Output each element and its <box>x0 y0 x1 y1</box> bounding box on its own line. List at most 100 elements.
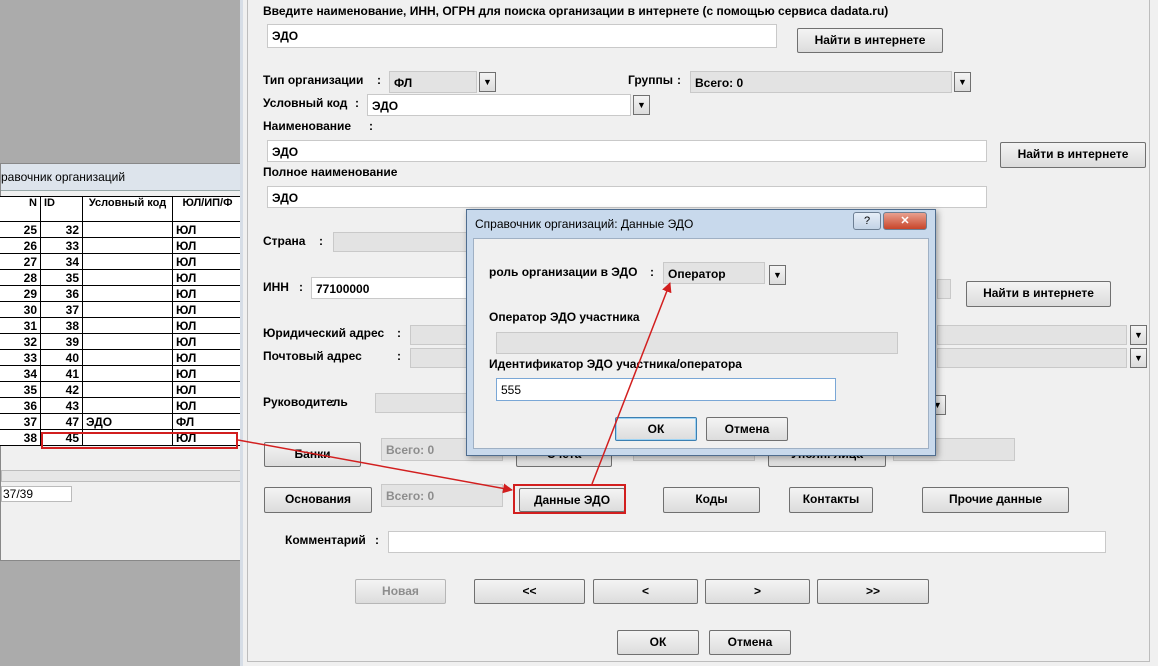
org-list-window: равочник организаций N ID Условный код Ю… <box>0 163 248 561</box>
operator-label: Оператор ЭДО участника <box>489 310 640 324</box>
table-row[interactable]: 25 32 ЮЛ <box>0 221 243 238</box>
table-row[interactable]: 30 37 ЮЛ <box>0 301 243 318</box>
org-table: N ID Условный код ЮЛ/ИП/Ф 25 32 ЮЛ 26 33 ЮЛ 27… <box>0 196 243 446</box>
first-record-button[interactable]: << <box>474 579 585 604</box>
org-list-titlebar[interactable]: равочник организаций <box>1 164 247 191</box>
row-code: ЭДО <box>82 413 173 430</box>
postal-address-select[interactable] <box>937 348 1127 368</box>
org-type-select[interactable]: ФЛ <box>389 71 477 93</box>
postal-address-label: Почтовый адрес <box>263 349 362 363</box>
help-icon[interactable]: ? <box>853 212 881 230</box>
row-id: 39 <box>40 333 83 350</box>
table-row[interactable]: 31 38 ЮЛ <box>0 317 243 334</box>
full-name-input[interactable]: ЭДО <box>267 186 987 208</box>
inn-input[interactable]: 77100000 <box>311 277 471 299</box>
head-label: Руководитель <box>263 395 348 409</box>
row-type: ЮЛ <box>172 221 243 238</box>
country-select[interactable] <box>333 232 473 252</box>
column-header-type[interactable]: ЮЛ/ИП/Ф <box>172 196 243 222</box>
find-online-button-inn[interactable]: Найти в интернете <box>966 281 1111 307</box>
colon: : <box>299 280 303 294</box>
highlight-edo-button <box>513 484 626 514</box>
row-type: ЮЛ <box>172 397 243 414</box>
search-prompt: Введите наименование, ИНН, ОГРН для поис… <box>263 4 889 18</box>
role-select[interactable]: Оператор <box>663 262 765 284</box>
cancel-button[interactable]: Отмена <box>709 630 791 655</box>
new-button[interactable]: Новая <box>355 579 446 604</box>
row-code <box>82 397 173 414</box>
row-code <box>82 269 173 286</box>
last-record-button[interactable]: >> <box>817 579 929 604</box>
name-input[interactable]: ЭДО <box>267 140 987 162</box>
dialog-cancel-button[interactable]: Отмена <box>706 417 788 441</box>
row-type: ЮЛ <box>172 333 243 350</box>
name-label: Наименование <box>263 119 352 133</box>
row-id: 41 <box>40 365 83 382</box>
operator-input[interactable] <box>496 332 898 354</box>
row-code <box>82 365 173 382</box>
column-header-code[interactable]: Условный код <box>82 196 173 222</box>
edo-dialog-body: роль организации в ЭДО : Оператор ▼ Опер… <box>473 238 929 449</box>
grounds-count: Всего: 0 <box>381 484 503 507</box>
contacts-button[interactable]: Контакты <box>789 487 873 513</box>
next-record-button[interactable]: > <box>705 579 810 604</box>
identifier-input[interactable]: 555 <box>496 378 836 401</box>
highlight-row-edo <box>41 432 238 449</box>
table-row[interactable]: 28 35 ЮЛ <box>0 269 243 286</box>
groups-select[interactable]: Всего: 0 <box>690 71 952 93</box>
codes-button[interactable]: Коды <box>663 487 760 513</box>
row-type: ЮЛ <box>172 301 243 318</box>
table-row[interactable]: 29 36 ЮЛ <box>0 285 243 302</box>
other-data-button[interactable]: Прочие данные <box>922 487 1069 513</box>
table-row[interactable]: 33 40 ЮЛ <box>0 349 243 366</box>
row-id: 36 <box>40 285 83 302</box>
table-row[interactable]: 26 33 ЮЛ <box>0 237 243 254</box>
table-row[interactable]: 35 42 ЮЛ <box>0 381 243 398</box>
row-type: ЮЛ <box>172 285 243 302</box>
org-table-hscrollbar[interactable] <box>1 470 245 482</box>
chevron-down-icon[interactable]: ▼ <box>1130 325 1147 345</box>
edo-dialog: Справочник организаций: Данные ЭДО ? ✕ р… <box>466 209 936 456</box>
table-row[interactable]: 34 41 ЮЛ <box>0 365 243 382</box>
row-n: 28 <box>0 269 41 286</box>
chevron-down-icon[interactable]: ▼ <box>633 95 650 115</box>
row-type: ЮЛ <box>172 269 243 286</box>
chevron-down-icon[interactable]: ▼ <box>769 265 786 285</box>
row-code <box>82 221 173 238</box>
table-row[interactable]: 27 34 ЮЛ <box>0 253 243 270</box>
table-row[interactable]: 37 47 ЭДО ФЛ <box>0 413 243 430</box>
org-table-header: N ID Условный код ЮЛ/ИП/Ф <box>0 196 243 222</box>
colon: : <box>650 265 654 279</box>
row-n: 33 <box>0 349 41 366</box>
chevron-down-icon[interactable]: ▼ <box>954 72 971 92</box>
close-icon[interactable]: ✕ <box>883 212 927 230</box>
dialog-ok-button[interactable]: ОК <box>615 417 697 441</box>
table-row[interactable]: 32 39 ЮЛ <box>0 333 243 350</box>
row-id: 42 <box>40 381 83 398</box>
ogrn-input[interactable] <box>937 279 951 299</box>
search-input[interactable]: ЭДО <box>267 24 777 48</box>
row-type: ЮЛ <box>172 349 243 366</box>
comment-input[interactable] <box>388 531 1106 553</box>
legal-address-select-left[interactable] <box>410 325 470 345</box>
code-select[interactable]: ЭДО <box>367 94 631 116</box>
chevron-down-icon[interactable]: ▼ <box>1130 348 1147 368</box>
banks-button[interactable]: Банки <box>264 442 361 467</box>
colon: : <box>355 96 359 110</box>
row-n: 27 <box>0 253 41 270</box>
grounds-button[interactable]: Основания <box>264 487 372 513</box>
prev-record-button[interactable]: < <box>593 579 698 604</box>
find-online-button-top[interactable]: Найти в интернете <box>797 28 943 53</box>
org-list-title: равочник организаций <box>1 170 126 184</box>
find-online-button-name[interactable]: Найти в интернете <box>1000 142 1146 168</box>
postal-address-select-left[interactable] <box>410 348 470 368</box>
head-select[interactable] <box>375 393 471 413</box>
column-header-id[interactable]: ID <box>40 196 83 222</box>
column-header-n[interactable]: N <box>0 196 41 222</box>
chevron-down-icon[interactable]: ▼ <box>479 72 496 92</box>
row-code <box>82 285 173 302</box>
row-type: ЮЛ <box>172 365 243 382</box>
ok-button[interactable]: ОК <box>617 630 699 655</box>
table-row[interactable]: 36 43 ЮЛ <box>0 397 243 414</box>
legal-address-select[interactable] <box>937 325 1127 345</box>
